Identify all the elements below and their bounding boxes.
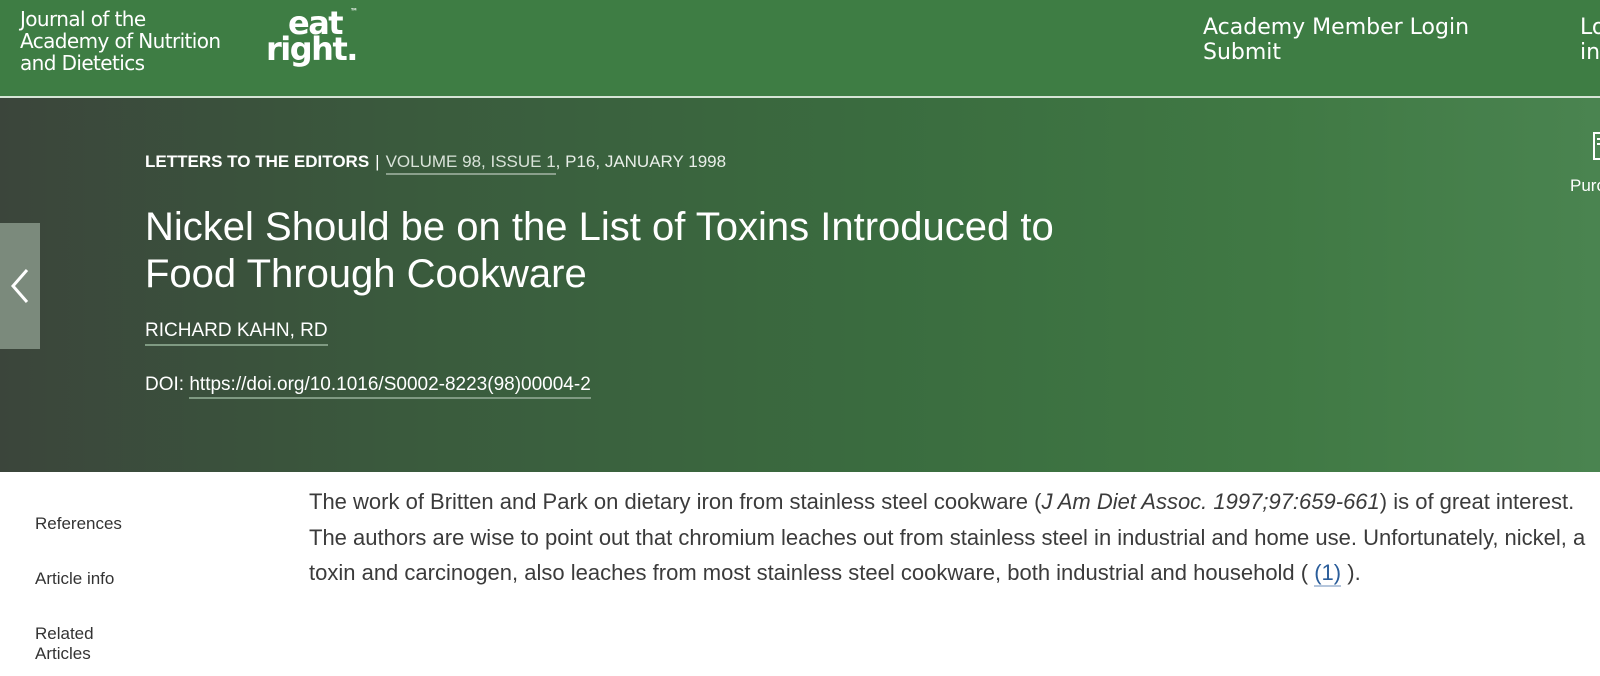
member-login-link[interactable]: Academy Member Login: [1203, 15, 1469, 40]
nav-related-label: Related: [35, 624, 94, 643]
chevron-left-icon: [11, 269, 29, 303]
journal-name-line-2: Academy of Nutrition: [20, 29, 221, 53]
doi: DOI: https://doi.org/10.1016/S0002-8223(…: [145, 374, 591, 399]
document-icon: [1593, 132, 1600, 160]
body-text-1: The work of Britten and Park on dietary …: [309, 489, 1042, 514]
submit-link[interactable]: Submit: [1203, 40, 1469, 65]
article-navigation: References Article info Related Articles: [35, 514, 235, 664]
body-text-3: ).: [1341, 560, 1361, 585]
author-link[interactable]: RICHARD KAHN, RD: [145, 320, 328, 346]
cut-link-line-1[interactable]: Lo: [1580, 15, 1600, 40]
reference-link[interactable]: (1): [1314, 560, 1342, 587]
article-body: The work of Britten and Park on dietary …: [309, 484, 1589, 591]
citation: J Am Diet Assoc. 1997;97:659-661: [1041, 489, 1380, 514]
volume-issue-link[interactable]: VOLUME 98, ISSUE 1: [385, 152, 556, 175]
nav-article-info[interactable]: Article info: [35, 569, 235, 589]
journal-name-line-3: and Dietetics: [20, 51, 145, 75]
journal-name-line-1: Journal of the: [20, 7, 146, 31]
page-date: , P16, JANUARY 1998: [555, 152, 727, 171]
eatright-logo-line-2: right.: [266, 30, 358, 68]
meta-separator: |: [375, 152, 380, 171]
previous-article-button[interactable]: [0, 223, 40, 349]
article-section: LETTERS TO THE EDITORS: [145, 152, 370, 171]
nav-references[interactable]: References: [35, 514, 235, 534]
nav-articles-label: Articles: [35, 644, 91, 663]
cut-link-line-2[interactable]: in: [1580, 40, 1600, 65]
article-meta: LETTERS TO THE EDITORS | VOLUME 98, ISSUE …: [145, 152, 727, 175]
header-links: Academy Member Login Submit: [1203, 15, 1469, 65]
article-title: Nickel Should be on the List of Toxins I…: [145, 205, 1054, 296]
nav-related-articles[interactable]: Related Articles: [35, 624, 235, 664]
trademark-mark: ™: [350, 7, 358, 16]
journal-logo[interactable]: Journal of the Academy of Nutrition and …: [20, 7, 221, 75]
purchase-label: Purc: [1570, 176, 1600, 195]
site-header: Journal of the Academy of Nutrition and …: [0, 0, 1600, 98]
article-header: LETTERS TO THE EDITORS | VOLUME 98, ISSUE …: [0, 98, 1600, 472]
eatright-logo[interactable]: eat right. ™: [266, 7, 358, 68]
header-links-overflow: Lo in: [1580, 15, 1600, 65]
doi-label: DOI:: [145, 374, 185, 395]
doi-link[interactable]: https://doi.org/10.1016/S0002-8223(98)00…: [189, 374, 591, 399]
